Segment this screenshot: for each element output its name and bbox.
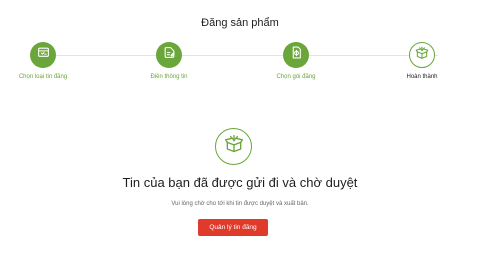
open-box-icon [224,134,244,159]
step-complete[interactable]: Hoàn thành [382,42,462,80]
step-circle [30,42,56,68]
open-box-icon [415,46,429,65]
step-fill-info[interactable]: Điền thông tin [129,42,209,80]
step-choose-listing-type[interactable]: Chọn loại tin đăng [3,42,83,80]
step-circle [283,42,309,68]
step-label: Điền thông tin [150,74,188,80]
step-label: Hoàn thành [406,74,438,80]
step-label: Chọn gói đăng [276,74,316,80]
step-choose-package[interactable]: Chọn gói đăng [256,42,336,80]
listing-type-icon [37,46,50,64]
stepper-connector [43,55,438,56]
progress-stepper: Chọn loại tin đăng Điền thông tin Chọn g… [0,42,480,86]
manage-listings-button[interactable]: Quản lý tin đăng [198,219,268,236]
page-title: Đăng sản phẩm [201,17,279,29]
step-circle [156,42,182,68]
step-circle [409,42,435,68]
success-subtitle: Vui lòng chờ cho tới khi tin được duyệt … [171,201,309,207]
success-title: Tin của bạn đã được gửi đi và chờ duyệt [122,175,358,190]
payment-document-icon [290,46,303,64]
step-label: Chọn loại tin đăng [18,74,68,80]
success-box-badge [215,128,252,165]
edit-document-icon [163,46,176,64]
